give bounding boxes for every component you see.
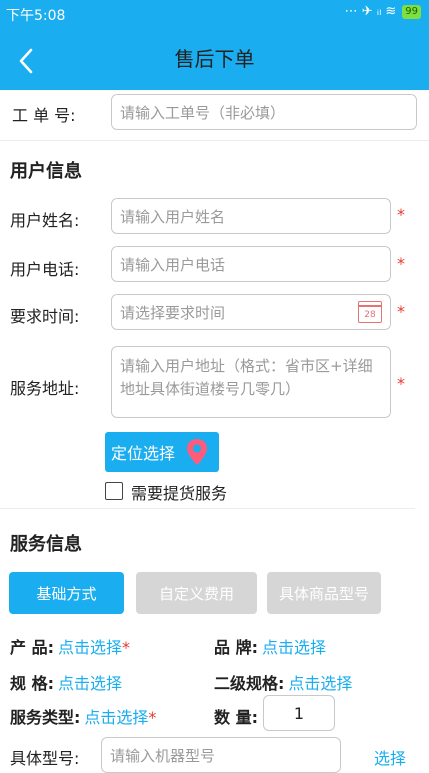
- status-time: 下午5:08: [6, 8, 66, 24]
- order-number-input[interactable]: 请输入工单号（非必填）: [111, 94, 417, 130]
- user-name-input[interactable]: 请输入用户姓名: [111, 198, 391, 234]
- spec-select-link[interactable]: 点击选择: [58, 670, 122, 694]
- service-type-field: 服务类型: 点击选择 *: [10, 704, 156, 728]
- brand-key: 品 牌:: [214, 638, 258, 657]
- service-address-input[interactable]: 请输入用户地址（格式：省市区+详细地址具体街道楼号几零几）: [111, 346, 391, 418]
- calendar-day: 28: [364, 310, 376, 320]
- page-title: 售后下单: [174, 47, 255, 71]
- required-mark: *: [397, 302, 405, 321]
- user-phone-label: 用户电话:: [10, 260, 80, 279]
- service-address-placeholder: 请输入用户地址（格式：省市区+详细地址具体街道楼号几零几）: [120, 357, 373, 398]
- secondary-spec-select-link[interactable]: 点击选择: [288, 670, 352, 694]
- user-phone-input[interactable]: 请输入用户电话: [111, 246, 391, 282]
- quantity-key: 数 量:: [214, 708, 258, 727]
- required-time-label: 要求时间:: [10, 307, 80, 326]
- order-number-placeholder: 请输入工单号（非必填）: [120, 103, 286, 122]
- user-phone-placeholder: 请输入用户电话: [120, 255, 226, 274]
- spec-field: 规 格: 点击选择: [10, 670, 122, 694]
- product-key: 产 品:: [10, 638, 54, 657]
- quantity-value: 1: [293, 703, 305, 723]
- locate-button[interactable]: 定位选择: [105, 432, 219, 472]
- status-indicator-icons: ⋯ ✈ ᵢₗ ≋: [344, 4, 397, 19]
- tab-product-model[interactable]: 具体商品型号: [267, 572, 381, 614]
- locate-button-label: 定位选择: [111, 444, 176, 463]
- pickup-service-checkbox[interactable]: [105, 482, 123, 500]
- order-number-label: 工 单 号:: [12, 106, 76, 125]
- service-address-label: 服务地址:: [10, 379, 80, 398]
- user-info-section-title: 用户信息: [10, 161, 82, 182]
- quantity-input[interactable]: 1: [263, 695, 335, 731]
- model-select-link[interactable]: 选择: [374, 745, 406, 769]
- product-select-link[interactable]: 点击选择: [58, 634, 122, 658]
- brand-select-link[interactable]: 点击选择: [262, 634, 326, 658]
- model-placeholder: 请输入机器型号: [110, 746, 216, 765]
- pickup-service-label: 需要提货服务: [131, 484, 228, 503]
- user-name-placeholder: 请输入用户姓名: [120, 207, 226, 226]
- map-pin-icon: [187, 439, 208, 465]
- required-mark: *: [148, 708, 157, 727]
- service-info-section-title: 服务信息: [10, 534, 82, 555]
- divider: [0, 140, 429, 141]
- battery-icon: 99: [402, 4, 421, 19]
- calendar-icon[interactable]: 28: [358, 301, 382, 323]
- model-input[interactable]: 请输入机器型号: [101, 737, 341, 773]
- tab-custom-fee[interactable]: 自定义费用: [136, 572, 257, 614]
- secondary-spec-field: 二级规格: 点击选择: [214, 670, 352, 694]
- user-name-label: 用户姓名:: [10, 211, 80, 230]
- required-time-input[interactable]: 请选择要求时间 28: [111, 294, 391, 330]
- required-mark: *: [397, 205, 405, 224]
- required-mark: *: [397, 254, 405, 273]
- model-label: 具体型号:: [10, 749, 80, 768]
- product-field: 产 品: 点击选择 *: [10, 634, 130, 658]
- status-bar: 下午5:08 ⋯ ✈ ᵢₗ ≋ 99: [0, 0, 429, 28]
- status-icons: ⋯ ✈ ᵢₗ ≋ 99: [345, 4, 421, 19]
- divider: [0, 508, 415, 509]
- required-mark: *: [397, 374, 405, 393]
- service-type-key: 服务类型:: [10, 708, 81, 727]
- brand-field: 品 牌: 点击选择: [214, 634, 326, 658]
- required-time-placeholder: 请选择要求时间: [120, 303, 226, 322]
- secondary-spec-key: 二级规格:: [214, 674, 285, 693]
- tab-basic-method[interactable]: 基础方式: [9, 572, 124, 614]
- required-mark: *: [122, 638, 130, 657]
- spec-key: 规 格:: [10, 674, 54, 693]
- service-type-select-link[interactable]: 点击选择: [84, 704, 148, 728]
